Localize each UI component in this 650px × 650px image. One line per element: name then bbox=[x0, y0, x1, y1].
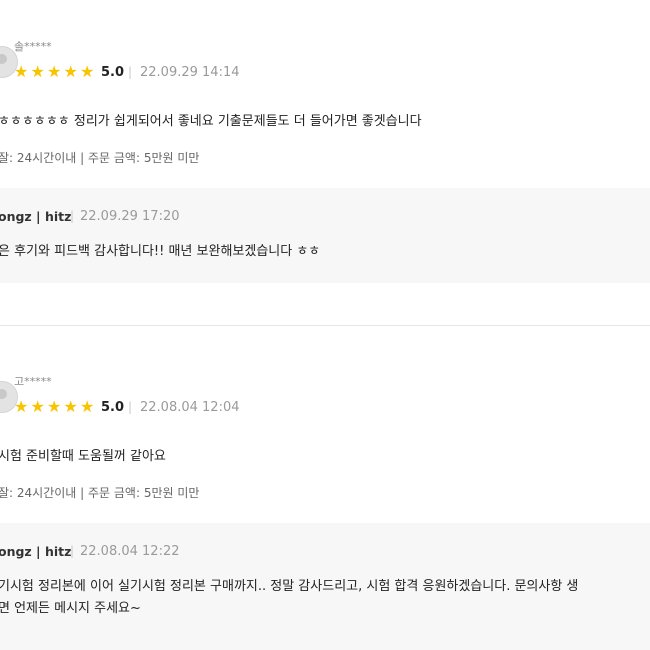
review-date: 22.09.29 14:14 bbox=[140, 65, 240, 80]
reply-date: 22.09.29 17:20 bbox=[80, 209, 180, 224]
star-icon: ★ bbox=[80, 62, 95, 81]
reply-content-line: 기시험 정리본에 이어 실기시험 정리본 구매까지.. 정말 감사드리고, 시험… bbox=[0, 579, 579, 594]
star-icon: ★ bbox=[47, 397, 62, 416]
seller-name: ongz | hitz bbox=[0, 209, 72, 224]
star-icon: ★ bbox=[14, 397, 29, 416]
review-meta: 잘: 24시간이내 | 주문 금액: 5만원 미만 bbox=[0, 151, 200, 165]
review-username: 고***** bbox=[14, 375, 52, 388]
review-divider bbox=[0, 325, 650, 326]
separator: | bbox=[70, 209, 75, 223]
review-meta: 잘: 24시간이내 | 주문 금액: 5만원 미만 bbox=[0, 486, 200, 500]
separator: | bbox=[128, 65, 133, 79]
star-rating: ★ ★ ★ ★ ★ bbox=[14, 399, 97, 415]
review-username: 솔***** bbox=[14, 40, 52, 53]
star-icon: ★ bbox=[80, 397, 95, 416]
seller-reply: ongz | hitz | 22.09.29 17:20 은 후기와 피드백 감… bbox=[0, 188, 650, 283]
review-content: ㅎㅎㅎㅎㅎㅎ 정리가 쉽게되어서 좋네요 기출문제들도 더 들어가면 좋겟습니다 bbox=[0, 114, 422, 129]
rating-score: 5.0 bbox=[101, 65, 125, 80]
rating-score: 5.0 bbox=[101, 400, 125, 415]
review-item: 솔***** ★ ★ ★ ★ ★ 5.0 | 22.09.29 14:14 ㅎㅎㅎㅎㅎㅎ… bbox=[0, 0, 650, 325]
star-icon: ★ bbox=[30, 397, 45, 416]
separator: | bbox=[128, 400, 133, 414]
reply-content-line: 면 언제든 메시지 주세요~ bbox=[0, 601, 141, 616]
star-icon: ★ bbox=[30, 62, 45, 81]
review-item: 고***** ★ ★ ★ ★ ★ 5.0 | 22.08.04 12:04 시험 준비할… bbox=[0, 335, 650, 650]
separator: | bbox=[70, 544, 75, 558]
seller-name: ongz | hitz bbox=[0, 544, 72, 559]
reply-content: 은 후기와 피드백 감사합니다!! 매년 보완해보겠습니다 ㅎㅎ bbox=[0, 244, 321, 259]
star-icon: ★ bbox=[14, 62, 29, 81]
star-icon: ★ bbox=[47, 62, 62, 81]
review-content: 시험 준비할때 도움될꺼 같아요 bbox=[0, 449, 166, 464]
star-icon: ★ bbox=[63, 397, 78, 416]
reply-date: 22.08.04 12:22 bbox=[80, 544, 180, 559]
seller-reply: ongz | hitz | 22.08.04 12:22 기시험 정리본에 이어… bbox=[0, 523, 650, 650]
star-rating: ★ ★ ★ ★ ★ bbox=[14, 64, 97, 80]
review-date: 22.08.04 12:04 bbox=[140, 400, 240, 415]
star-icon: ★ bbox=[63, 62, 78, 81]
